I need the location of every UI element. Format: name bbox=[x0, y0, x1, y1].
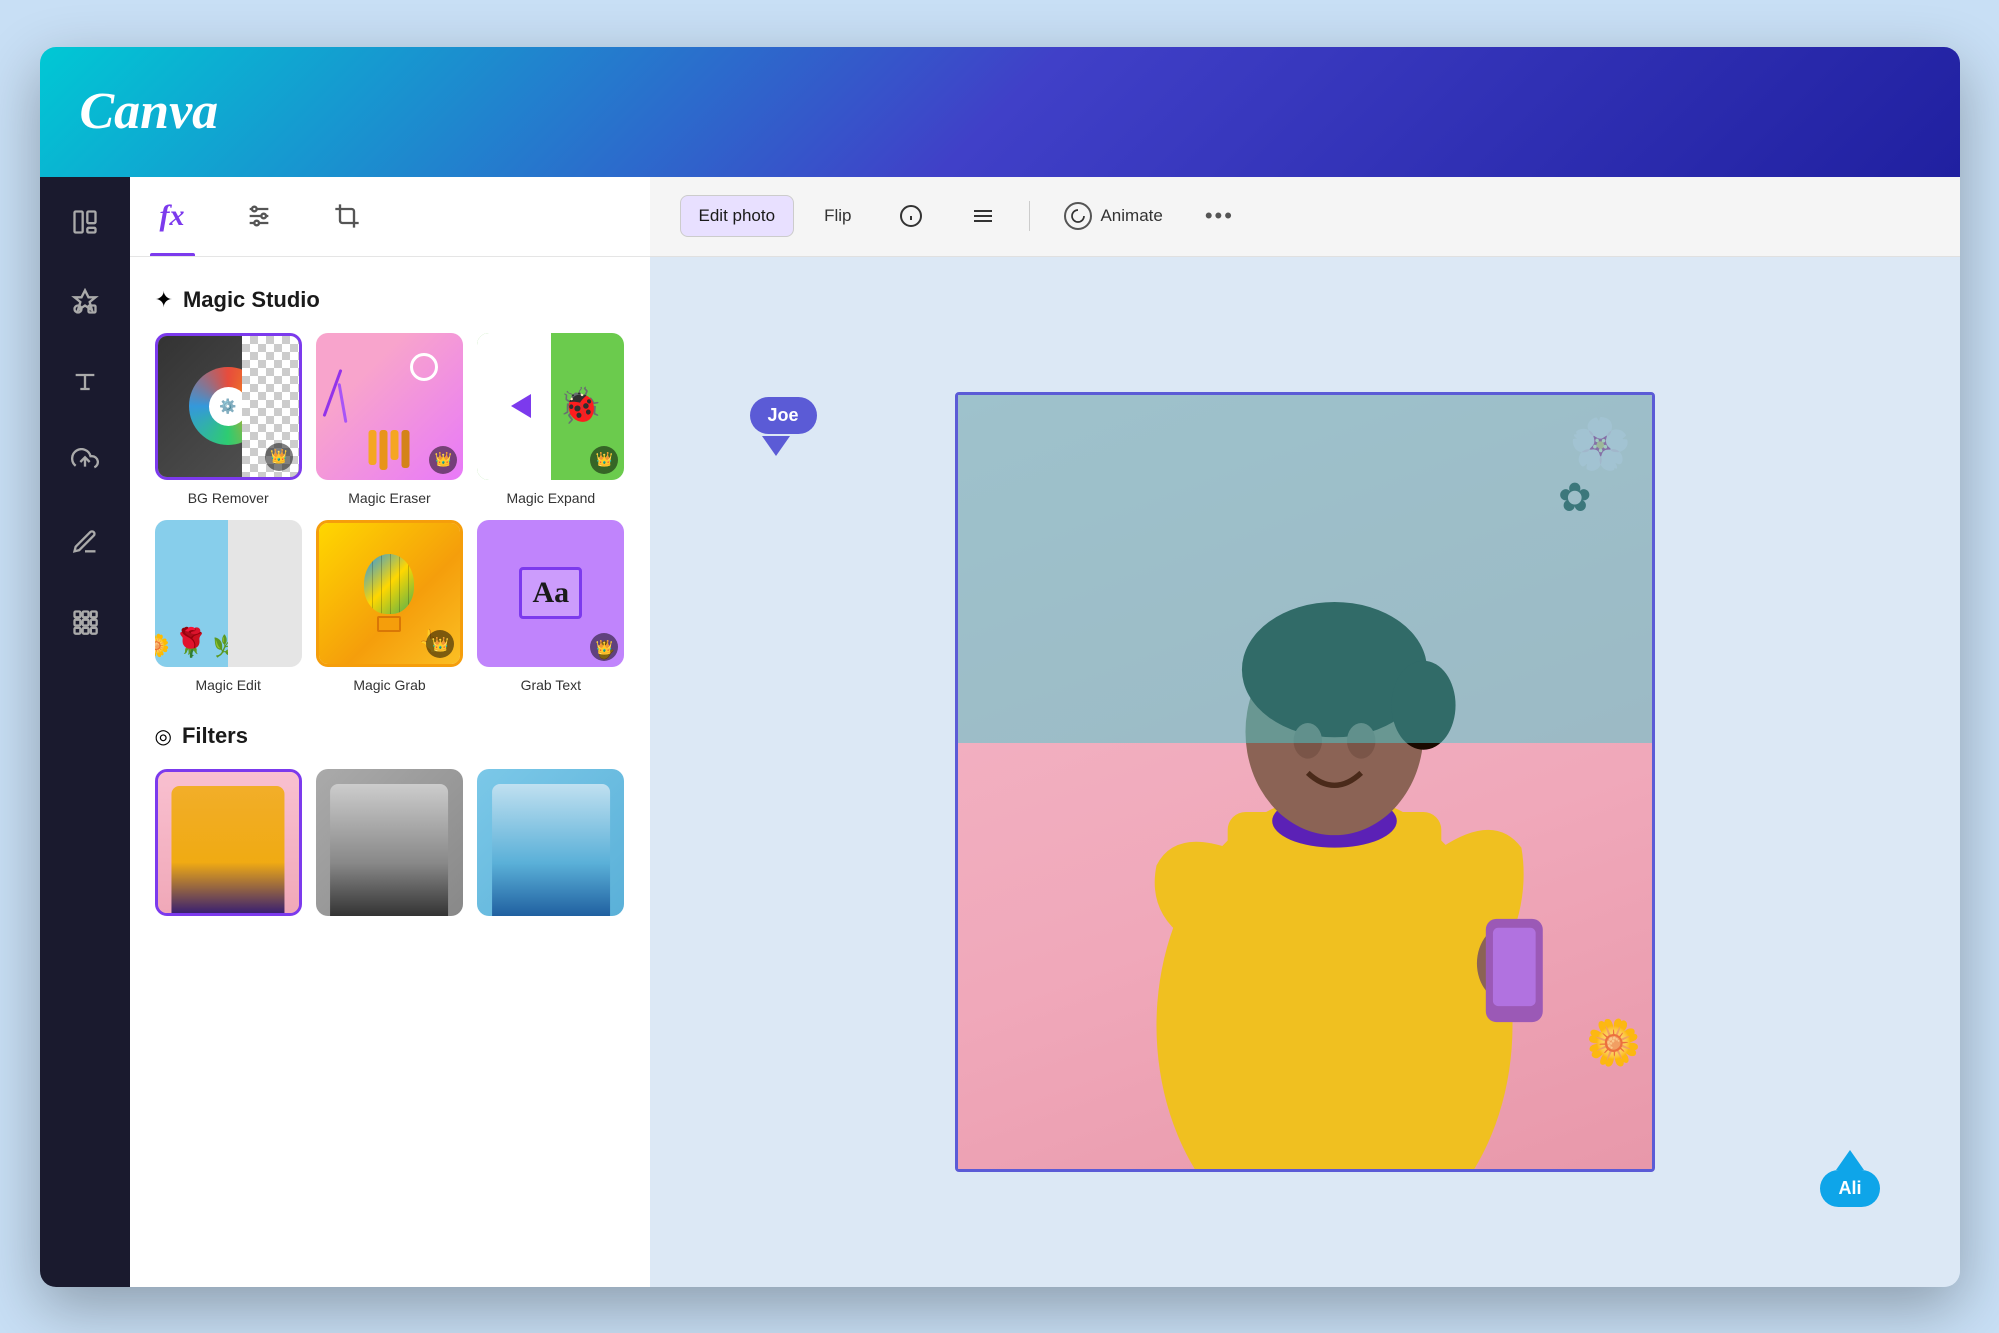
ali-cursor-arrow bbox=[1836, 1150, 1864, 1170]
filter-bw[interactable] bbox=[316, 769, 463, 916]
tools-grid: ⚙️ 👑 BG Remover bbox=[155, 333, 625, 694]
toolbar-separator bbox=[1029, 201, 1030, 231]
filters-header: ◎ Filters bbox=[155, 723, 625, 749]
filters-title: Filters bbox=[182, 723, 248, 749]
tool-thumb-magic-grab: 👆 👑 bbox=[316, 520, 463, 667]
panel-content: ✦ Magic Studio ⚙️ bbox=[130, 257, 650, 1287]
animate-icon bbox=[1064, 202, 1092, 230]
tool-label-grab-text: Grab Text bbox=[521, 677, 581, 693]
sidebar-icon-elements[interactable] bbox=[60, 277, 110, 327]
icon-sidebar bbox=[40, 177, 130, 1287]
filters-icon: ◎ bbox=[155, 724, 172, 749]
filter-grid bbox=[155, 769, 625, 916]
tool-label-magic-expand: Magic Expand bbox=[506, 490, 595, 506]
joe-cursor: Joe bbox=[750, 397, 817, 456]
tool-thumb-grab-text: Aa ✋ 👑 bbox=[477, 520, 624, 667]
animate-button[interactable]: Animate bbox=[1046, 192, 1180, 240]
tool-magic-eraser[interactable]: 👑 Magic Eraser bbox=[316, 333, 463, 506]
tool-label-magic-grab: Magic Grab bbox=[353, 677, 425, 693]
tab-adjust[interactable] bbox=[235, 177, 283, 256]
info-button[interactable] bbox=[881, 194, 941, 238]
tool-thumb-bg-remover: ⚙️ 👑 bbox=[155, 333, 302, 480]
edit-photo-button[interactable]: Edit photo bbox=[680, 195, 795, 237]
left-panel: fx bbox=[130, 177, 650, 1287]
canvas-area: Joe Ali 🌸 ✿ 🌼 bbox=[650, 257, 1960, 1287]
joe-cursor-arrow bbox=[762, 436, 790, 456]
filter-vivid[interactable] bbox=[477, 769, 624, 916]
tool-label-bg-remover: BG Remover bbox=[188, 490, 269, 506]
magic-studio-header: ✦ Magic Studio bbox=[155, 287, 625, 313]
sidebar-icon-apps[interactable] bbox=[60, 597, 110, 647]
photo-frame[interactable]: 🌸 ✿ 🌼 bbox=[955, 392, 1655, 1172]
tool-magic-edit[interactable]: 🌼 🌹 🌿 bbox=[155, 520, 302, 693]
joe-cursor-label: Joe bbox=[750, 397, 817, 434]
filter-original[interactable] bbox=[155, 769, 302, 916]
tool-magic-grab[interactable]: 👆 👑 Magic Grab bbox=[316, 520, 463, 693]
flip-button[interactable]: Flip bbox=[806, 196, 869, 236]
crown-badge-bg-remover: 👑 bbox=[265, 443, 293, 471]
browser-window: Canva bbox=[40, 47, 1960, 1287]
tool-magic-expand[interactable]: 🐞 👑 Magic Expand bbox=[477, 333, 624, 506]
main-canvas: Edit photo Flip bbox=[650, 177, 1960, 1287]
tool-bg-remover[interactable]: ⚙️ 👑 BG Remover bbox=[155, 333, 302, 506]
tool-thumb-magic-edit: 🌼 🌹 🌿 bbox=[155, 520, 302, 667]
tool-thumb-magic-eraser: 👑 bbox=[316, 333, 463, 480]
sidebar-icon-draw[interactable] bbox=[60, 517, 110, 567]
animate-label: Animate bbox=[1100, 206, 1162, 226]
canvas-toolbar: Edit photo Flip bbox=[650, 177, 1960, 257]
tab-crop[interactable] bbox=[323, 177, 371, 256]
more-options-button[interactable]: ••• bbox=[1193, 195, 1246, 237]
sidebar-icon-text[interactable] bbox=[60, 357, 110, 407]
ali-cursor: Ali bbox=[1820, 1148, 1879, 1207]
tool-grab-text[interactable]: Aa ✋ 👑 Grab Text bbox=[477, 520, 624, 693]
magic-studio-title: Magic Studio bbox=[183, 287, 320, 313]
ali-cursor-label: Ali bbox=[1820, 1170, 1879, 1207]
sidebar-icon-uploads[interactable] bbox=[60, 437, 110, 487]
menu-button[interactable] bbox=[953, 194, 1013, 238]
tool-thumb-magic-expand: 🐞 👑 bbox=[477, 333, 624, 480]
magic-star-icon: ✦ bbox=[155, 287, 173, 313]
canva-logo: Canva bbox=[80, 82, 219, 141]
tool-label-magic-eraser: Magic Eraser bbox=[348, 490, 430, 506]
tab-effects[interactable]: fx bbox=[150, 177, 195, 256]
app-body: fx bbox=[40, 177, 1960, 1287]
tool-label-magic-edit: Magic Edit bbox=[195, 677, 260, 693]
crown-badge-magic-eraser: 👑 bbox=[429, 446, 457, 474]
panel-tabs: fx bbox=[130, 177, 650, 257]
sidebar-icon-layout[interactable] bbox=[60, 197, 110, 247]
browser-header: Canva bbox=[40, 47, 1960, 177]
